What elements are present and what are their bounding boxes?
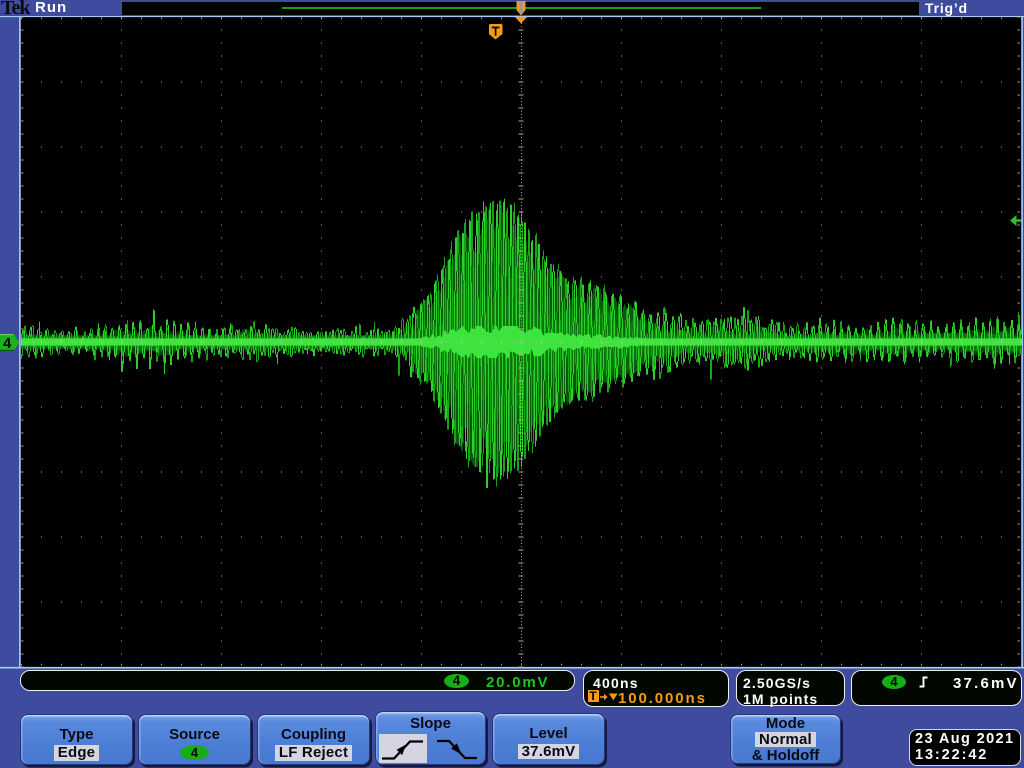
svg-text:4: 4	[3, 335, 12, 352]
